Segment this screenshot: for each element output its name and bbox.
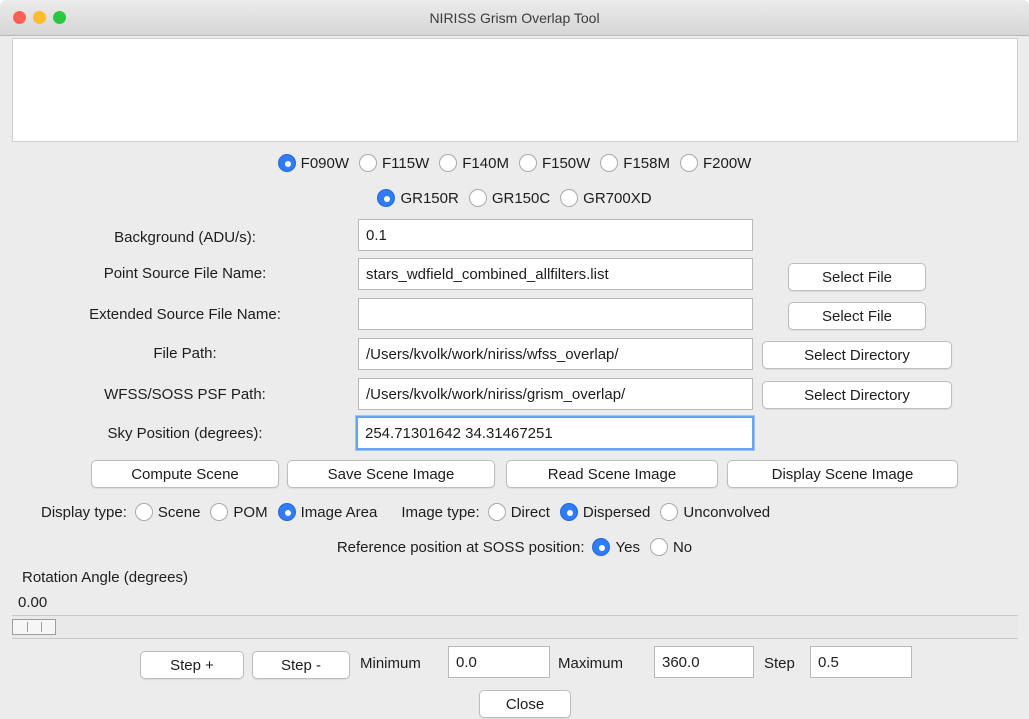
display-type-label: Display type: [41, 503, 127, 521]
extended-source-input[interactable] [358, 298, 753, 330]
file-path-label: File Path: [153, 345, 217, 362]
radio-icon [210, 503, 229, 521]
radio-selected-icon [277, 503, 296, 521]
window-title: NIRISS Grism Overlap Tool [429, 10, 600, 26]
radio-icon [487, 503, 506, 521]
background-label: Background (ADU/s): [114, 229, 256, 246]
display-type-radio-scene[interactable]: Scene [134, 503, 200, 521]
slider-handle[interactable] [12, 619, 56, 635]
save-scene-image-button[interactable]: Save Scene Image [287, 460, 495, 488]
reference-position-radio-no[interactable]: No [649, 538, 692, 556]
extended-source-label: Extended Source File Name: [89, 306, 281, 323]
filter-radio-group: F090W F115W F140M F150W F158M F200W [0, 151, 1029, 175]
file-path-input[interactable] [358, 338, 753, 370]
step-minus-button[interactable]: Step - [252, 651, 350, 679]
filter-radio-f115w[interactable]: F115W [359, 154, 429, 172]
read-scene-image-button[interactable]: Read Scene Image [506, 460, 718, 488]
reference-position-row: Reference position at SOSS position: Yes… [0, 535, 1029, 559]
step-label: Step [764, 655, 795, 672]
radio-selected-icon [592, 538, 611, 556]
filter-radio-f140m[interactable]: F140M [439, 154, 509, 172]
grism-radio-gr150r[interactable]: GR150R [377, 189, 459, 207]
display-scene-image-button[interactable]: Display Scene Image [727, 460, 958, 488]
radio-icon [518, 154, 537, 172]
radio-icon [660, 503, 679, 521]
extended-source-select-file-button[interactable]: Select File [788, 302, 926, 330]
maximum-input[interactable] [654, 646, 754, 678]
radio-icon [439, 154, 458, 172]
grism-radio-gr700xd[interactable]: GR700XD [560, 189, 652, 207]
file-path-select-directory-button[interactable]: Select Directory [762, 341, 952, 369]
filter-radio-f200w[interactable]: F200W [679, 154, 751, 172]
radio-icon [600, 154, 619, 172]
image-type-radio-direct[interactable]: Direct [487, 503, 550, 521]
rotation-angle-slider[interactable] [12, 615, 1018, 639]
radio-selected-icon [377, 189, 396, 207]
radio-selected-icon [277, 154, 296, 172]
psf-path-select-directory-button[interactable]: Select Directory [762, 381, 952, 409]
display-image-type-row: Display type: Scene POM Image Area Image… [0, 499, 1029, 525]
filter-radio-f150w[interactable]: F150W [518, 154, 590, 172]
filter-radio-f090w[interactable]: F090W [277, 154, 349, 172]
compute-scene-button[interactable]: Compute Scene [91, 460, 279, 488]
grism-radio-gr150c[interactable]: GR150C [468, 189, 550, 207]
title-bar: NIRISS Grism Overlap Tool [0, 0, 1029, 36]
minimum-input[interactable] [448, 646, 550, 678]
psf-path-label: WFSS/SOSS PSF Path: [104, 386, 266, 403]
sky-position-label: Sky Position (degrees): [107, 425, 263, 442]
radio-icon [359, 154, 378, 172]
image-type-radio-dispersed[interactable]: Dispersed [559, 503, 650, 521]
grism-radio-group: GR150R GR150C GR700XD [0, 186, 1029, 210]
message-text-area[interactable] [12, 38, 1018, 142]
image-type-label: Image type: [401, 503, 480, 521]
step-plus-button[interactable]: Step + [140, 651, 244, 679]
image-type-radio-unconvolved[interactable]: Unconvolved [660, 503, 770, 521]
point-source-input[interactable] [358, 258, 753, 290]
display-type-radio-image-area[interactable]: Image Area [277, 503, 377, 521]
maximum-label: Maximum [558, 655, 624, 672]
radio-icon [679, 154, 698, 172]
step-input[interactable] [810, 646, 912, 678]
background-input[interactable] [358, 219, 753, 251]
rotation-angle-value: 0.00 [18, 594, 48, 611]
point-source-select-file-button[interactable]: Select File [788, 263, 926, 291]
display-type-radio-pom[interactable]: POM [210, 503, 268, 521]
filter-radio-f158m[interactable]: F158M [600, 154, 670, 172]
sky-position-input[interactable] [356, 416, 754, 450]
radio-icon [134, 503, 153, 521]
rotation-angle-label: Rotation Angle (degrees) [22, 569, 188, 586]
close-button[interactable]: Close [479, 690, 571, 718]
radio-icon [560, 189, 579, 207]
psf-path-input[interactable] [358, 378, 753, 410]
minimum-label: Minimum [360, 655, 421, 672]
app-window: NIRISS Grism Overlap Tool F090W F115W F1… [0, 0, 1029, 719]
point-source-label: Point Source File Name: [103, 265, 267, 282]
radio-icon [468, 189, 487, 207]
reference-position-radio-yes[interactable]: Yes [592, 538, 640, 556]
reference-position-label: Reference position at SOSS position: [336, 538, 585, 556]
radio-selected-icon [559, 503, 578, 521]
radio-icon [649, 538, 668, 556]
